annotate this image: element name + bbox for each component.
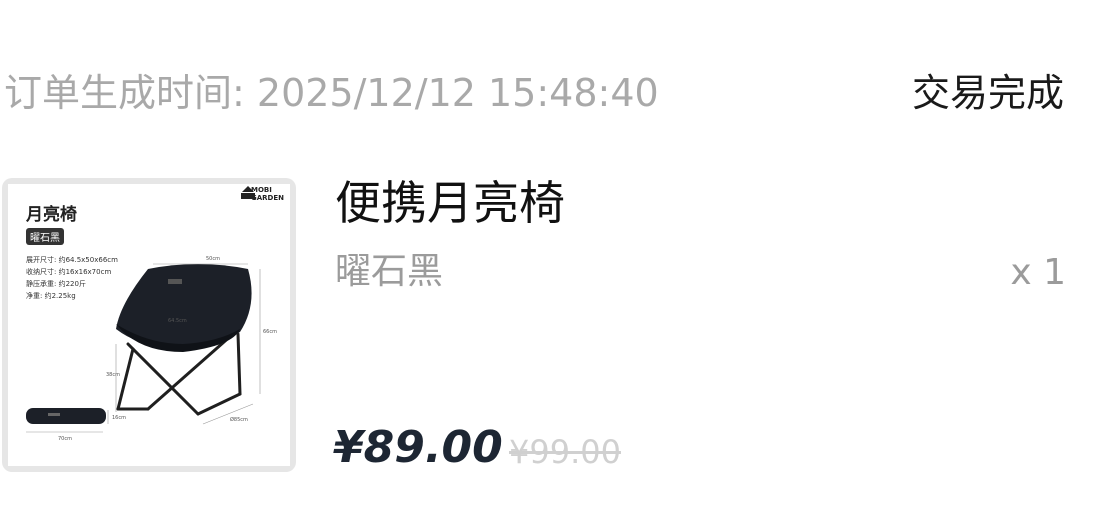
product-variant: 曜石黑 — [335, 251, 444, 292]
dim-bag-length: 70cm — [58, 436, 72, 442]
dim-height: 66cm — [263, 329, 277, 335]
dim-bag-height: 16cm — [112, 415, 126, 421]
brand-line-1: MOBI — [250, 186, 272, 194]
order-status: 交易完成 — [911, 71, 1064, 115]
thumbnail-variant-tag: 曜石黑 — [26, 228, 64, 245]
product-quantity: x 1 — [1010, 252, 1066, 293]
order-time-label: 订单生成时间: — [4, 71, 245, 115]
spec-line: 展开尺寸: 约64.5x50x66cm — [26, 256, 118, 264]
order-card[interactable]: 订单生成时间: 2025/12/12 15:48:40 交易完成 月亮椅 曜石黑… — [0, 0, 1120, 506]
dim-width: 50cm — [206, 256, 220, 262]
dim-seat: 38cm — [106, 372, 120, 378]
product-price: ¥89.00 — [333, 422, 503, 473]
product-image: 月亮椅 曜石黑 MOBI GARDEN 展开尺寸: 约64.5x50x66cm … — [8, 184, 290, 466]
dim-depth: 64.5cm — [168, 318, 187, 324]
brand-line-2: GARDEN — [250, 194, 284, 202]
spec-line: 收纳尺寸: 约16x16x70cm — [26, 268, 112, 276]
thumbnail-specs: 展开尺寸: 约64.5x50x66cm 收纳尺寸: 约16x16x70cm 静压… — [26, 254, 118, 302]
spec-line: 净重: 约2.25kg — [26, 292, 76, 300]
dim-leg: Ø85cm — [230, 417, 248, 423]
brand-logo: MOBI GARDEN — [251, 186, 284, 202]
order-created-time: 订单生成时间: 2025/12/12 15:48:40 — [4, 68, 659, 118]
thumbnail-title: 月亮椅 — [26, 205, 77, 225]
product-name[interactable]: 便携月亮椅 — [335, 172, 565, 234]
order-time-value: 2025/12/12 15:48:40 — [256, 71, 659, 115]
chair-illustration — [26, 186, 261, 433]
original-price: ¥99.00 — [509, 433, 621, 471]
product-thumbnail[interactable]: 月亮椅 曜石黑 MOBI GARDEN 展开尺寸: 约64.5x50x66cm … — [2, 178, 296, 472]
spec-line: 静压承重: 约220斤 — [26, 280, 86, 288]
